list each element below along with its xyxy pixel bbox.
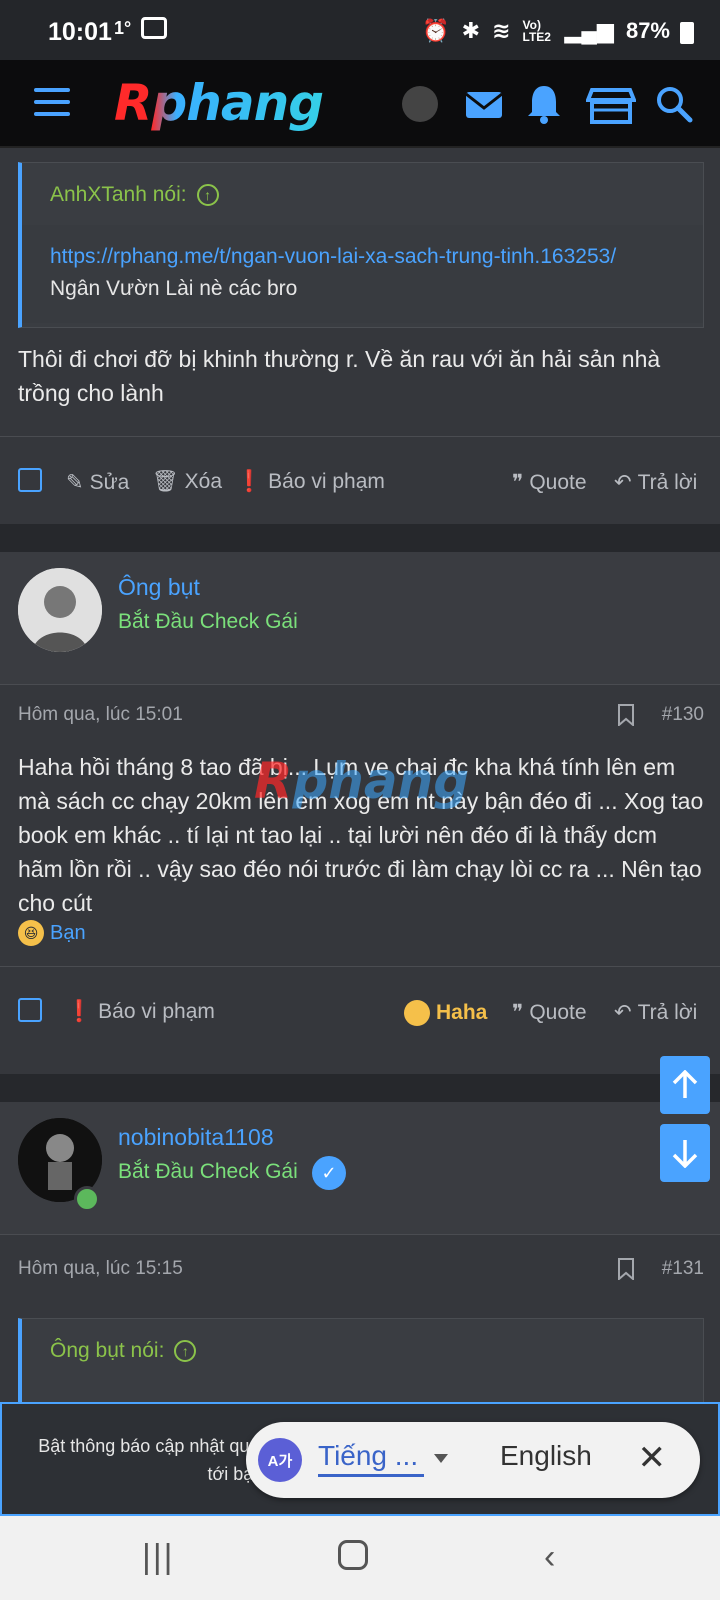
recent-apps-icon[interactable]: ||| — [142, 1538, 175, 1577]
haha-reaction-button[interactable]: 😆 Haha — [404, 1000, 487, 1026]
avatar-photo — [18, 568, 102, 652]
back-icon[interactable]: ‹ — [544, 1538, 555, 1577]
username[interactable]: nobinobita1108 — [118, 1124, 274, 1151]
scroll-down-button[interactable] — [660, 1124, 710, 1182]
reply-icon: ↶ — [614, 1001, 632, 1024]
alert-icon: ❗ — [236, 470, 263, 493]
search-icon[interactable] — [652, 82, 696, 126]
pencil-icon: ✎ — [66, 471, 84, 494]
select-checkbox[interactable] — [18, 998, 42, 1022]
post-1: AnhXTanh nói: ↑ https://rphang.me/t/ngan… — [0, 148, 720, 524]
online-status-icon — [74, 1186, 100, 1212]
mail-icon[interactable] — [462, 82, 506, 126]
username[interactable]: Ông bụt — [118, 574, 200, 601]
scroll-up-button[interactable] — [660, 1056, 710, 1114]
select-checkbox[interactable] — [18, 468, 42, 492]
arrow-down-icon — [672, 1140, 698, 1168]
bookmark-icon[interactable] — [618, 1258, 634, 1280]
jump-up-icon[interactable]: ↑ — [174, 1340, 197, 1362]
translate-bar: A가 Tiếng ... English ✕ — [246, 1422, 700, 1498]
verified-user-icon: ✓ — [312, 1156, 346, 1190]
post-date[interactable]: Hôm qua, lúc 15:15 — [18, 1258, 183, 1280]
user-title: Bắt Đầu Check Gái — [118, 1160, 298, 1183]
quote-author[interactable]: Ông bụt nói: — [50, 1339, 164, 1363]
target-language-tab[interactable]: English — [500, 1440, 592, 1472]
laugh-emoji-icon: 😆 — [18, 920, 44, 946]
source-language-tab[interactable]: Tiếng ... — [318, 1440, 424, 1477]
site-logo[interactable]: Rphang — [114, 74, 324, 132]
quote-icon: ❞ — [512, 1001, 524, 1024]
menu-icon[interactable] — [34, 88, 70, 118]
quote-button[interactable]: ❞ Quote — [512, 1000, 587, 1025]
network-label: Vo) LTE2 — [522, 18, 551, 44]
post-2: Ông bụt Bắt Đầu Check Gái Hôm qua, lúc 1… — [0, 552, 720, 1074]
jump-up-icon[interactable]: ↑ — [196, 184, 219, 206]
post-3: nobinobita1108 Bắt Đầu Check Gái ✓ Hôm q… — [0, 1102, 720, 1402]
avatar[interactable] — [18, 568, 102, 652]
edit-button[interactable]: ✎ Sửa — [66, 470, 129, 495]
reply-button[interactable]: ↶ Trả lời — [614, 1000, 697, 1025]
user-avatar[interactable] — [402, 86, 438, 122]
trash-icon: 🗑 — [152, 470, 179, 493]
alarm-icon: ⏰ — [422, 18, 450, 43]
video-icon — [141, 17, 168, 39]
status-time: 10:01 — [48, 18, 112, 46]
battery-icon — [680, 22, 694, 44]
bluetooth-icon: ✱ — [461, 18, 481, 43]
reply-button[interactable]: ↶ Trả lời — [614, 470, 697, 495]
post-date[interactable]: Hôm qua, lúc 15:01 — [18, 704, 183, 726]
store-icon[interactable] — [586, 82, 636, 126]
system-navigation-bar: ||| ‹ — [0, 1516, 720, 1600]
top-navbar: Rphang — [0, 60, 720, 148]
quote-block: AnhXTanh nói: ↑ https://rphang.me/t/ngan… — [18, 162, 704, 328]
user-title: Bắt Đầu Check Gái — [118, 610, 298, 633]
post-actions: ❗ Báo vi phạm 😆 Haha ❞ Quote ↶ Trả lời — [0, 994, 720, 1034]
close-icon[interactable]: ✕ — [638, 1438, 667, 1478]
alert-icon: ❗ — [66, 1000, 93, 1023]
quote-text: Ngân Vườn Lài nè các bro — [50, 277, 298, 300]
post-number[interactable]: #130 — [662, 704, 704, 726]
home-icon[interactable] — [338, 1540, 368, 1570]
post-number[interactable]: #131 — [662, 1258, 704, 1280]
wifi-icon: ≋ — [492, 18, 511, 43]
report-button[interactable]: ❗ Báo vi phạm — [236, 470, 385, 494]
chevron-down-icon[interactable] — [434, 1454, 448, 1463]
reaction-summary[interactable]: 😆 Bạn — [18, 920, 86, 946]
post-message: Thôi đi chơi đỡ bị khinh thường r. Về ăn… — [18, 346, 661, 406]
signal-icon: ▂▄▆ — [564, 18, 614, 43]
quote-button[interactable]: ❞ Quote — [512, 470, 587, 495]
battery-percent: 87% — [625, 18, 670, 43]
status-bar: 10:01 1° ⏰ ✱ ≋ Vo) LTE2 ▂▄▆ 87% — [0, 0, 720, 60]
quote-block: Ông bụt nói: ↑ — [18, 1318, 704, 1402]
quote-author[interactable]: AnhXTanh nói: — [50, 183, 187, 207]
bookmark-icon[interactable] — [618, 704, 634, 726]
quote-link[interactable]: https://rphang.me/t/ngan-vuon-lai-xa-sac… — [50, 241, 675, 273]
translate-icon[interactable]: A가 — [258, 1438, 302, 1482]
quote-icon: ❞ — [512, 471, 524, 494]
arrow-up-icon — [672, 1070, 698, 1098]
report-button[interactable]: ❗ Báo vi phạm — [66, 1000, 215, 1024]
reply-icon: ↶ — [614, 471, 632, 494]
laugh-emoji-icon: 😆 — [404, 1000, 430, 1026]
bell-icon[interactable] — [522, 82, 566, 126]
temperature-icon: 1° — [114, 17, 132, 38]
post-actions: ✎ Sửa 🗑 Xóa ❗ Báo vi phạm ❞ Quote ↶ Trả … — [0, 464, 720, 504]
delete-button[interactable]: 🗑 Xóa — [152, 470, 222, 494]
watermark-logo: Rphang — [254, 752, 470, 810]
